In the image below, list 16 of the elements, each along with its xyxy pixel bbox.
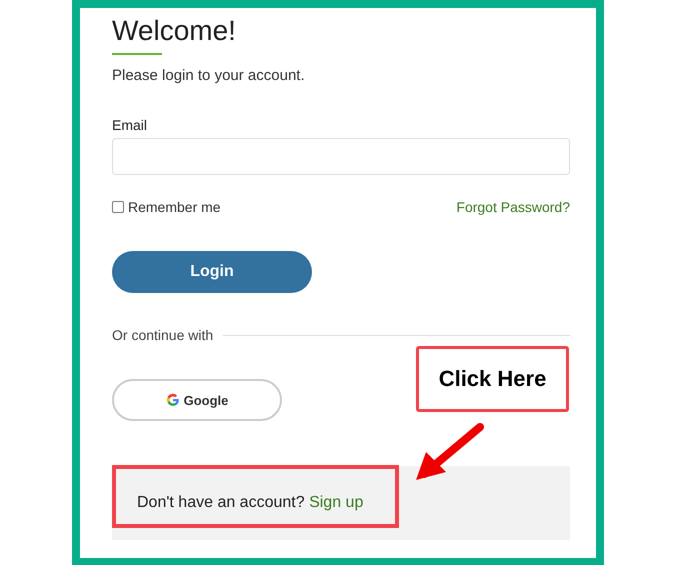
forgot-password-link[interactable]: Forgot Password?: [456, 199, 570, 215]
heading-underline: [112, 53, 162, 55]
login-button[interactable]: Login: [112, 251, 312, 293]
pointer-arrow: [416, 423, 484, 480]
welcome-heading: Welcome!: [112, 14, 237, 48]
g-logo-icon: [166, 393, 180, 407]
callout-label: Click Here: [416, 346, 569, 412]
remember-checkbox[interactable]: [112, 201, 124, 213]
google-button[interactable]: Google: [112, 379, 282, 421]
subtitle: Please login to your account.: [112, 67, 306, 84]
signup-link[interactable]: Sign up: [309, 494, 364, 512]
divider-text: Or continue with: [112, 327, 214, 343]
email-field[interactable]: [112, 138, 570, 175]
signup-prompt: Don't have an account?: [137, 494, 306, 512]
remember-label: Remember me: [128, 199, 221, 215]
email-label: Email: [112, 117, 148, 133]
